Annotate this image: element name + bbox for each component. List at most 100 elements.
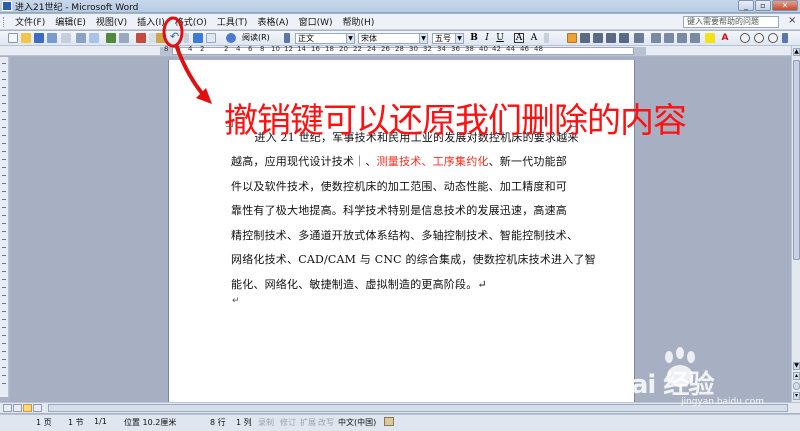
- menu-view[interactable]: 视图(V): [91, 15, 132, 28]
- spelling-icon[interactable]: [106, 33, 116, 43]
- toolbar-options-icon[interactable]: [284, 33, 290, 43]
- document-line[interactable]: 越高，应用现代设计技术｜、测量技术、工序集约化、新一代功能部: [231, 153, 567, 169]
- paste-icon[interactable]: [156, 33, 166, 43]
- menu-window[interactable]: 窗口(W): [294, 15, 338, 28]
- close-button[interactable]: ✕: [772, 0, 798, 11]
- ruler-number: 4: [236, 45, 241, 53]
- scroll-thumb[interactable]: [793, 60, 800, 260]
- line-spacing-icon[interactable]: [634, 33, 644, 43]
- status-ext[interactable]: 扩展: [300, 417, 316, 428]
- justify-icon[interactable]: [606, 33, 616, 43]
- enclose-char-icon[interactable]: [740, 33, 750, 43]
- vertical-scrollbar[interactable]: ▲ ▼ ▴ ▾: [791, 46, 800, 402]
- help-icon[interactable]: [226, 33, 236, 43]
- restore-button[interactable]: ▫: [755, 0, 771, 11]
- permission-icon[interactable]: [47, 33, 57, 43]
- bold-button[interactable]: B: [468, 32, 480, 44]
- menu-format[interactable]: 格式(O): [170, 15, 212, 28]
- print-icon[interactable]: [76, 33, 86, 43]
- status-language: 中文(中国): [338, 418, 377, 427]
- normal-view-icon[interactable]: [3, 404, 12, 412]
- status-rec[interactable]: 录制: [258, 417, 274, 428]
- menu-help[interactable]: 帮助(H): [338, 15, 380, 28]
- reading-mode-button[interactable]: 阅读(R): [240, 33, 282, 44]
- ruler-number: 10: [271, 45, 280, 53]
- document-line[interactable]: 靠性有了极大地提高。科学技术特别是信息技术的发展迅速，高速高: [231, 202, 567, 218]
- phonetic-guide-icon[interactable]: [754, 33, 764, 43]
- word-app-icon[interactable]: [2, 1, 12, 11]
- open-folder-icon[interactable]: [21, 33, 31, 43]
- document-line[interactable]: 网络化技术、CAD/CAM 与 CNC 的综合集成，使数控机床技术进入了智: [231, 251, 596, 267]
- ruler-number: 2: [224, 45, 229, 53]
- undo-dropdown-icon[interactable]: [184, 33, 189, 43]
- text-run: 越高，应用现代设计技术｜、: [231, 155, 377, 168]
- ruler-right-margin: [634, 47, 646, 55]
- font-select[interactable]: 宋体 ▼: [358, 33, 428, 44]
- email-icon[interactable]: [61, 33, 71, 43]
- status-trk[interactable]: 修订: [280, 417, 296, 428]
- table-icon[interactable]: [206, 33, 216, 43]
- ruler-tick: [2, 375, 6, 376]
- help-search-input[interactable]: 键入需要帮助的问题: [683, 16, 779, 28]
- document-line[interactable]: 精控制技术、多通道开放式体系结构、多轴控制技术、智能控制技术、: [231, 227, 578, 243]
- print-preview-icon[interactable]: [89, 33, 99, 43]
- ruler-tick: [2, 95, 6, 96]
- outline-view-icon[interactable]: [33, 404, 42, 412]
- cut-icon[interactable]: [136, 33, 146, 43]
- undo-icon[interactable]: ↶: [170, 31, 180, 43]
- new-document-icon[interactable]: [8, 33, 18, 43]
- minimize-button[interactable]: _: [738, 0, 754, 11]
- font-size-select[interactable]: 五号 ▼: [432, 33, 464, 44]
- bullets-icon[interactable]: [664, 33, 674, 43]
- document-line[interactable]: 能化、网络化、敏捷制造、虚拟制造的更高阶段。↵: [231, 276, 487, 292]
- ruler-tick: [2, 255, 6, 256]
- font-value: 宋体: [361, 34, 377, 43]
- increase-indent-icon[interactable]: [690, 33, 700, 43]
- close-document-icon[interactable]: ×: [788, 15, 796, 26]
- italic-button[interactable]: I: [481, 32, 493, 44]
- numbering-icon[interactable]: [651, 33, 661, 43]
- highlight-icon[interactable]: [705, 33, 715, 43]
- char-scale-button[interactable]: A: [528, 32, 540, 44]
- underline-button[interactable]: U: [494, 32, 506, 44]
- horizontal-scrollbar[interactable]: [0, 402, 800, 413]
- char-scale-dropdown-icon[interactable]: [544, 33, 549, 43]
- font-color-icon[interactable]: A: [720, 33, 730, 43]
- vertical-ruler[interactable]: [0, 57, 9, 397]
- align-center-icon[interactable]: [580, 33, 590, 43]
- next-page-icon[interactable]: ▾: [793, 392, 800, 400]
- toolbar-options-icon-2[interactable]: [782, 33, 788, 43]
- char-border-button[interactable]: A: [514, 33, 524, 43]
- ruler-tick: [2, 175, 6, 176]
- title-bar: 进入21世纪 - Microsoft Word _ ▫ ✕: [0, 0, 800, 13]
- style-select[interactable]: 正文 ▼: [295, 33, 355, 44]
- menu-tools[interactable]: 工具(T): [212, 15, 253, 28]
- spelling-status-icon[interactable]: [384, 417, 394, 426]
- scroll-up-icon[interactable]: ▲: [793, 48, 800, 56]
- web-view-icon[interactable]: [13, 404, 22, 412]
- document-line[interactable]: 件以及软件技术，使数控机床的加工范围、动态性能、加工精度和可: [231, 178, 567, 194]
- menu-table[interactable]: 表格(A): [252, 15, 293, 28]
- menu-insert[interactable]: 插入(I): [132, 15, 170, 28]
- print-layout-icon[interactable]: [23, 404, 32, 412]
- align-right-icon[interactable]: [593, 33, 603, 43]
- menu-grip[interactable]: [3, 16, 7, 27]
- scroll-down-icon[interactable]: ▼: [793, 362, 800, 370]
- ruler-tick: [2, 319, 6, 320]
- distributed-icon[interactable]: [619, 33, 629, 43]
- decrease-indent-icon[interactable]: [677, 33, 687, 43]
- research-icon[interactable]: [119, 33, 129, 43]
- save-icon[interactable]: [34, 33, 44, 43]
- status-ovr[interactable]: 改写: [318, 417, 334, 428]
- align-left-icon[interactable]: [567, 33, 577, 43]
- horizontal-scroll-track[interactable]: [48, 404, 788, 412]
- asian-layout-icon[interactable]: [768, 33, 778, 43]
- prev-page-icon[interactable]: ▴: [793, 372, 800, 380]
- watermark-brand: Bai 经验: [612, 370, 714, 400]
- horizontal-ruler[interactable]: 8 6 4 2 2 4 6 8 10 12 14 16 18 20 22 24 26 28 30 32 34 36 38 40…: [0, 45, 800, 56]
- ruler-number: 28: [395, 45, 404, 53]
- menu-edit[interactable]: 编辑(E): [50, 15, 91, 28]
- hyperlink-icon[interactable]: [193, 33, 203, 43]
- menu-file[interactable]: 文件(F): [10, 15, 50, 28]
- browse-object-icon[interactable]: [793, 382, 800, 390]
